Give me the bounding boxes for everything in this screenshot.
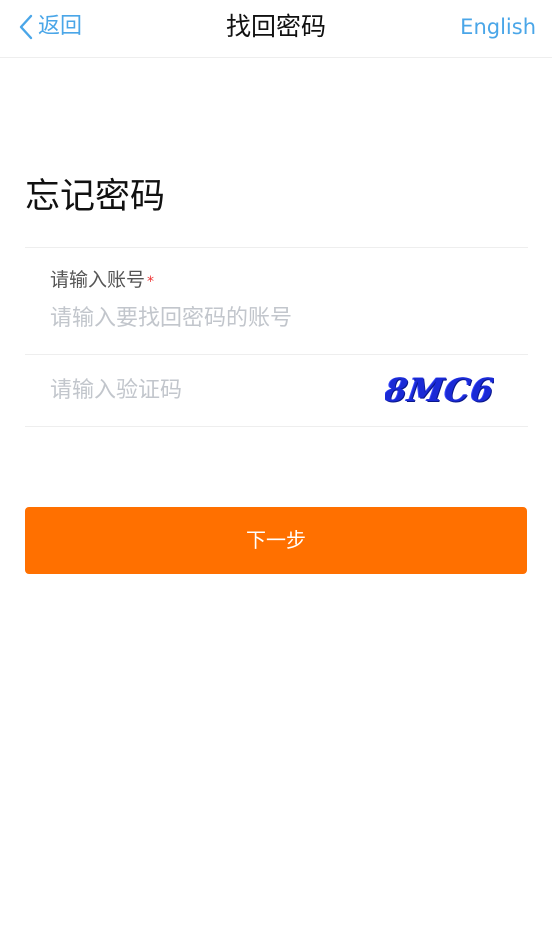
required-mark: * — [147, 274, 155, 290]
language-switch-link[interactable]: English — [460, 9, 536, 45]
form-divider-top — [25, 247, 528, 248]
account-input[interactable] — [50, 300, 510, 336]
next-step-button[interactable]: 下一步 — [25, 507, 527, 574]
account-label-text: 请输入账号 — [50, 269, 146, 291]
form-divider-bottom — [25, 426, 528, 427]
page-heading: 忘记密码 — [25, 177, 166, 217]
account-field-label: 请输入账号 * — [50, 266, 154, 296]
chevron-left-icon — [18, 13, 34, 41]
captcha-image[interactable]: 8MC6 — [385, 371, 494, 410]
back-button[interactable]: 返回 — [18, 9, 82, 45]
captcha-image-text: 8MC6 — [385, 371, 494, 409]
back-label: 返回 — [38, 14, 83, 39]
captcha-input[interactable] — [50, 372, 370, 408]
form-divider-middle — [25, 354, 528, 355]
top-nav-bar: 返回 找回密码 English — [0, 0, 552, 58]
